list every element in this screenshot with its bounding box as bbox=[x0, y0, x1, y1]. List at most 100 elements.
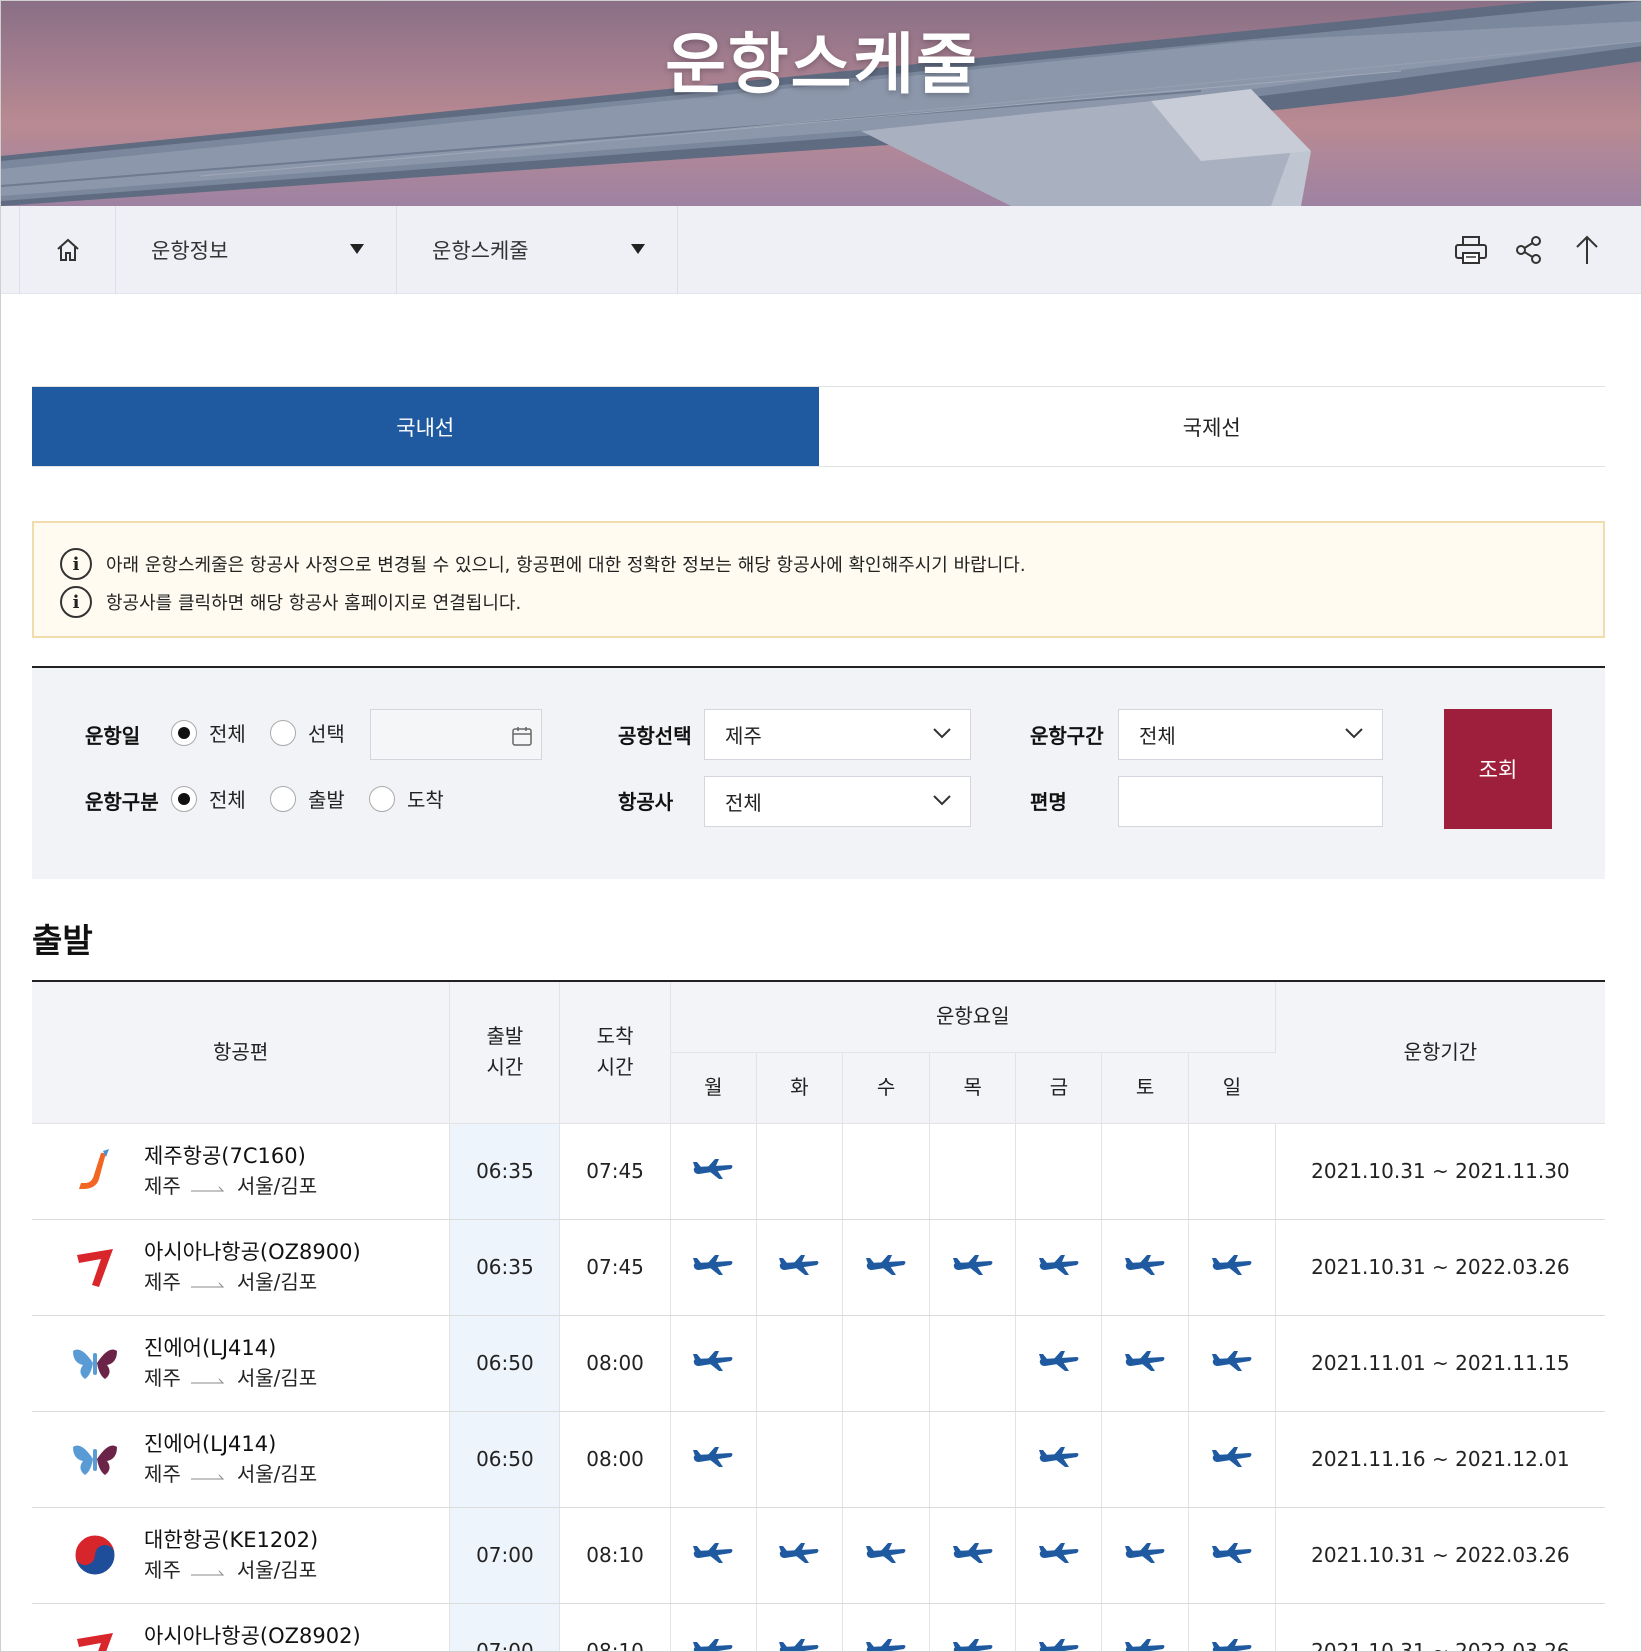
airplane-icon bbox=[1037, 1253, 1081, 1282]
tab-domestic[interactable]: 국내선 bbox=[32, 387, 819, 466]
day-cell bbox=[670, 1123, 757, 1220]
route-from: 제주 bbox=[144, 1173, 181, 1198]
airplane-icon bbox=[777, 1253, 821, 1282]
type-radio-departure[interactable]: 출발 bbox=[270, 784, 345, 813]
flight-no-input[interactable] bbox=[1118, 776, 1383, 827]
route-to: 서울/김포 bbox=[236, 1269, 318, 1294]
type-label: 운항구분 bbox=[85, 790, 159, 814]
asiana-logo[interactable] bbox=[70, 1242, 120, 1292]
date-radio-all[interactable]: 전체 bbox=[171, 718, 246, 747]
day-cell bbox=[1101, 1507, 1189, 1604]
route-tabs: 국내선 국제선 bbox=[32, 386, 1605, 467]
section-label: 운항구간 bbox=[1030, 724, 1104, 748]
menu-dropdown-schedule[interactable]: 운항스케줄 bbox=[397, 206, 678, 294]
route-to: 서울/김포 bbox=[236, 1365, 318, 1390]
search-button[interactable]: 조회 bbox=[1444, 709, 1552, 829]
airplane-icon bbox=[1210, 1253, 1254, 1282]
table-row: 진에어(LJ414) 제주 서울/김포 06:50 08:00 2021.11.16 ~ … bbox=[32, 1411, 1605, 1508]
select-value: 전체 bbox=[725, 791, 762, 815]
type-radio-all[interactable]: 전체 bbox=[171, 784, 246, 813]
header-flight: 항공편 bbox=[32, 981, 451, 1124]
route-from: 제주 bbox=[144, 1557, 181, 1582]
airport-select[interactable]: 제주 bbox=[704, 709, 971, 760]
airline-link[interactable]: 아시아나항공(OZ8900) bbox=[144, 1237, 361, 1267]
jejuair-logo[interactable] bbox=[70, 1146, 120, 1196]
day-cell bbox=[756, 1219, 844, 1316]
day-cell bbox=[842, 1123, 931, 1220]
airline-select[interactable]: 전체 bbox=[704, 776, 971, 827]
caret-down-icon bbox=[350, 244, 364, 254]
date-input[interactable] bbox=[370, 709, 542, 760]
airline-link[interactable]: 대한항공(KE1202) bbox=[144, 1525, 318, 1555]
arrival-time: 08:00 bbox=[559, 1315, 671, 1412]
arrival-time: 08:00 bbox=[559, 1411, 671, 1508]
flight-cell: 진에어(LJ414) 제주 서울/김포 bbox=[32, 1315, 451, 1412]
route-arrow-icon bbox=[190, 1172, 227, 1201]
schedule-table: 항공편 출발 시간 도착 시간 운항요일 운항기간 월화수목금토일 제주항공(7C1… bbox=[32, 980, 1605, 1651]
nav-tools bbox=[1453, 228, 1605, 272]
day-cell bbox=[1015, 1315, 1103, 1412]
airplane-icon bbox=[1037, 1541, 1081, 1570]
airplane-icon bbox=[777, 1637, 821, 1651]
hero-banner: 운항스케줄 bbox=[1, 1, 1641, 206]
airplane-icon bbox=[951, 1253, 995, 1282]
menu-dropdown-flight-info[interactable]: 운항정보 bbox=[116, 206, 397, 294]
route-arrow-icon bbox=[190, 1364, 227, 1393]
print-icon bbox=[1455, 236, 1487, 264]
flight-cell: 제주항공(7C160) 제주 서울/김포 bbox=[32, 1123, 451, 1220]
section-select[interactable]: 전체 bbox=[1118, 709, 1383, 760]
home-button[interactable] bbox=[19, 206, 116, 294]
asiana-logo[interactable] bbox=[70, 1626, 120, 1651]
airline-link[interactable]: 진에어(LJ414) bbox=[144, 1429, 317, 1459]
jinair-logo[interactable] bbox=[70, 1338, 120, 1388]
header-day: 월 bbox=[670, 1052, 757, 1124]
day-cell bbox=[842, 1219, 931, 1316]
jinair-logo[interactable] bbox=[70, 1434, 120, 1484]
chevron-down-icon bbox=[933, 795, 951, 806]
flight-no-label: 편명 bbox=[1030, 790, 1067, 814]
koreanair-logo[interactable] bbox=[70, 1530, 120, 1580]
caret-down-icon bbox=[631, 244, 645, 254]
menu-dropdown-label: 운항스케줄 bbox=[432, 239, 529, 263]
day-cell bbox=[1188, 1123, 1276, 1220]
departure-time: 06:50 bbox=[449, 1411, 561, 1508]
share-button[interactable] bbox=[1511, 228, 1547, 272]
day-cell bbox=[1101, 1123, 1189, 1220]
radio-circle bbox=[270, 785, 296, 812]
airplane-icon bbox=[1123, 1349, 1167, 1378]
departure-time: 06:35 bbox=[449, 1123, 561, 1220]
calendar-icon[interactable] bbox=[511, 725, 533, 747]
airline-link[interactable]: 제주항공(7C160) bbox=[144, 1141, 317, 1171]
page-title: 운항스케줄 bbox=[665, 26, 979, 103]
airplane-icon bbox=[864, 1637, 908, 1651]
tab-international[interactable]: 국제선 bbox=[819, 387, 1606, 466]
airline-link[interactable]: 아시아나항공(OZ8902) bbox=[144, 1621, 361, 1651]
date-radio-select[interactable]: 선택 bbox=[270, 718, 345, 747]
route-to: 서울/김포 bbox=[236, 1173, 318, 1198]
route: 제주 서울/김포 bbox=[144, 1364, 317, 1393]
day-cell bbox=[756, 1123, 844, 1220]
notice-text: 아래 운항스케줄은 항공사 사정으로 변경될 수 있으니, 항공편에 대한 정확… bbox=[106, 555, 1026, 576]
airplane-icon bbox=[691, 1253, 735, 1282]
route-arrow-icon bbox=[190, 1556, 227, 1585]
select-value: 제주 bbox=[725, 724, 762, 748]
section-title: 출발 bbox=[32, 921, 93, 960]
home-icon bbox=[56, 238, 79, 261]
notice-line: i 아래 운항스케줄은 항공사 사정으로 변경될 수 있으니, 항공편에 대한 … bbox=[60, 545, 1577, 583]
chevron-down-icon bbox=[933, 728, 951, 739]
radio-label: 전체 bbox=[209, 788, 246, 812]
route-to: 서울/김포 bbox=[236, 1557, 318, 1582]
period: 2021.10.31 ~ 2022.03.26 bbox=[1275, 1219, 1605, 1316]
day-cell bbox=[670, 1411, 757, 1508]
day-cell bbox=[1015, 1507, 1103, 1604]
airline-link[interactable]: 진에어(LJ414) bbox=[144, 1333, 317, 1363]
departure-time: 07:00 bbox=[449, 1507, 561, 1604]
day-cell bbox=[1188, 1315, 1276, 1412]
scroll-top-button[interactable] bbox=[1569, 228, 1605, 272]
type-radio-arrival[interactable]: 도착 bbox=[369, 784, 444, 813]
table-row: 대한항공(KE1202) 제주 서울/김포 07:00 08:10 2021.10.31 … bbox=[32, 1507, 1605, 1604]
header-day: 수 bbox=[842, 1052, 931, 1124]
airplane-icon bbox=[1037, 1349, 1081, 1378]
print-button[interactable] bbox=[1453, 228, 1489, 272]
airplane-icon bbox=[1037, 1637, 1081, 1651]
